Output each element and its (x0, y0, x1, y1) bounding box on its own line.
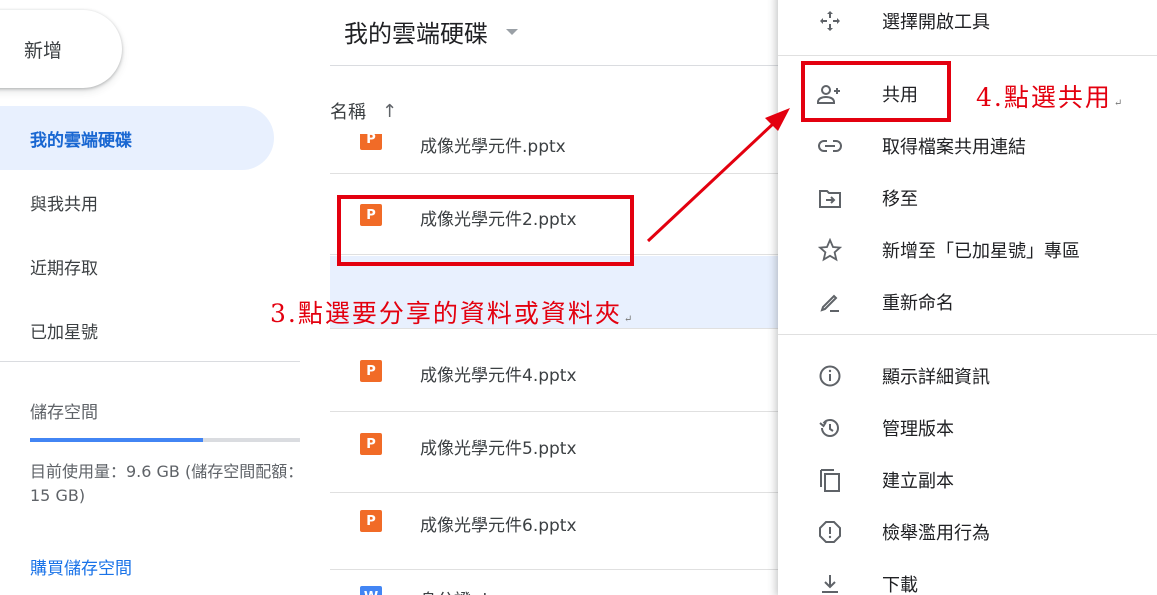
menu-item-label: 選擇開啟工具 (882, 12, 990, 33)
menu-item-label: 建立副本 (882, 471, 954, 492)
page-title-text: 我的雲端硬碟 (344, 20, 488, 48)
sidebar-item-label: 我的雲端硬碟 (30, 130, 132, 151)
return-mark: ↵ (1113, 98, 1123, 109)
star-icon (816, 236, 844, 264)
highlight-box-file (337, 195, 634, 266)
powerpoint-file-icon: P (360, 510, 382, 532)
highlight-box-share (801, 61, 951, 122)
menu-item-label: 移至 (882, 189, 918, 210)
menu-item-label: 檢舉濫用行為 (882, 523, 990, 544)
storage-title: 儲存空間 (30, 403, 98, 423)
buy-storage-link[interactable]: 購買儲存空間 (30, 554, 132, 579)
chevron-down-icon (506, 28, 518, 35)
menu-divider (778, 334, 1157, 335)
menu-item-download[interactable]: 下載 (778, 558, 1157, 595)
annotation-step-3-text: 3.點選要分享的資料或資料夾 (270, 299, 622, 328)
sidebar-item-starred[interactable]: 已加星號 (0, 298, 274, 362)
powerpoint-file-icon: P (360, 134, 382, 150)
word-file-icon: W (360, 586, 382, 595)
file-name: 成像光學元件4.pptx (420, 366, 577, 386)
annotation-step-4-text: 4.點選共用 (976, 83, 1112, 112)
file-row[interactable]: W 身分證.docx (330, 572, 780, 595)
menu-item-rename[interactable]: 重新命名 (778, 276, 1157, 328)
file-row[interactable]: P 成像光學元件4.pptx (330, 332, 780, 412)
sort-arrow-icon[interactable]: ↑ (382, 101, 397, 122)
menu-item-label: 取得檔案共用連結 (882, 137, 1026, 158)
sidebar-item-shared-with-me[interactable]: 與我共用 (0, 170, 274, 234)
storage-usage-bar (30, 438, 300, 442)
report-icon (816, 518, 844, 546)
file-name: 成像光學元件.pptx (420, 137, 566, 157)
menu-item-details[interactable]: 顯示詳細資訊 (778, 350, 1157, 402)
menu-item-get-link[interactable]: 取得檔案共用連結 (778, 120, 1157, 172)
file-row[interactable]: P 成像光學元件6.pptx (330, 490, 780, 570)
open-with-icon (816, 7, 844, 35)
info-icon (816, 362, 844, 390)
annotation-step-3: 3.點選要分享的資料或資料夾 ↵ (270, 294, 632, 330)
menu-divider (778, 55, 1157, 56)
pencil-icon (816, 288, 844, 316)
file-row[interactable]: P 成像光學元件.pptx (330, 134, 780, 174)
return-mark: ↵ (623, 314, 633, 325)
menu-item-manage-versions[interactable]: 管理版本 (778, 402, 1157, 454)
sidebar-divider (0, 361, 300, 362)
sidebar-item-label: 與我共用 (30, 194, 98, 215)
storage-usage-fill (30, 438, 203, 442)
download-icon (816, 570, 844, 595)
move-to-folder-icon (816, 184, 844, 212)
menu-item-label: 管理版本 (882, 419, 954, 440)
sidebar-item-recent[interactable]: 近期存取 (0, 234, 274, 298)
menu-item-move-to[interactable]: 移至 (778, 172, 1157, 224)
menu-item-label: 下載 (882, 575, 918, 595)
file-name: 成像光學元件5.pptx (420, 439, 577, 459)
file-name: 成像光學元件6.pptx (420, 516, 577, 536)
history-icon (816, 414, 844, 442)
column-header-label: 名稱 (330, 102, 366, 123)
storage-usage-text: 目前使用量：9.6 GB (儲存空間配額：15 GB) (30, 462, 304, 505)
link-icon (816, 132, 844, 160)
page-title[interactable]: 我的雲端硬碟 (344, 14, 518, 49)
menu-item-label: 重新命名 (882, 293, 954, 314)
powerpoint-file-icon: P (360, 360, 382, 382)
sidebar-item-my-drive[interactable]: 我的雲端硬碟 (0, 106, 274, 170)
file-name: 身分證.docx (420, 586, 517, 595)
menu-item-label: 顯示詳細資訊 (882, 367, 990, 388)
file-row[interactable]: P 成像光學元件5.pptx (330, 413, 780, 493)
menu-item-open-with[interactable]: 選擇開啟工具 (778, 0, 1157, 47)
menu-item-make-copy[interactable]: 建立副本 (778, 454, 1157, 506)
sidebar-item-label: 近期存取 (30, 258, 98, 279)
column-header-name[interactable]: 名稱 ↑ (330, 98, 397, 124)
annotation-step-4: 4.點選共用 ↵ (976, 78, 1122, 114)
menu-item-add-star[interactable]: 新增至「已加星號」專區 (778, 224, 1157, 276)
header-divider (330, 65, 780, 66)
copy-icon (816, 466, 844, 494)
powerpoint-file-icon: P (360, 433, 382, 455)
new-button-label: 新增 (24, 39, 63, 62)
sidebar-item-label: 已加星號 (30, 322, 98, 343)
menu-item-label: 新增至「已加星號」專區 (882, 241, 1080, 262)
new-button[interactable]: 新增 (0, 10, 122, 88)
menu-item-report-abuse[interactable]: 檢舉濫用行為 (778, 506, 1157, 558)
